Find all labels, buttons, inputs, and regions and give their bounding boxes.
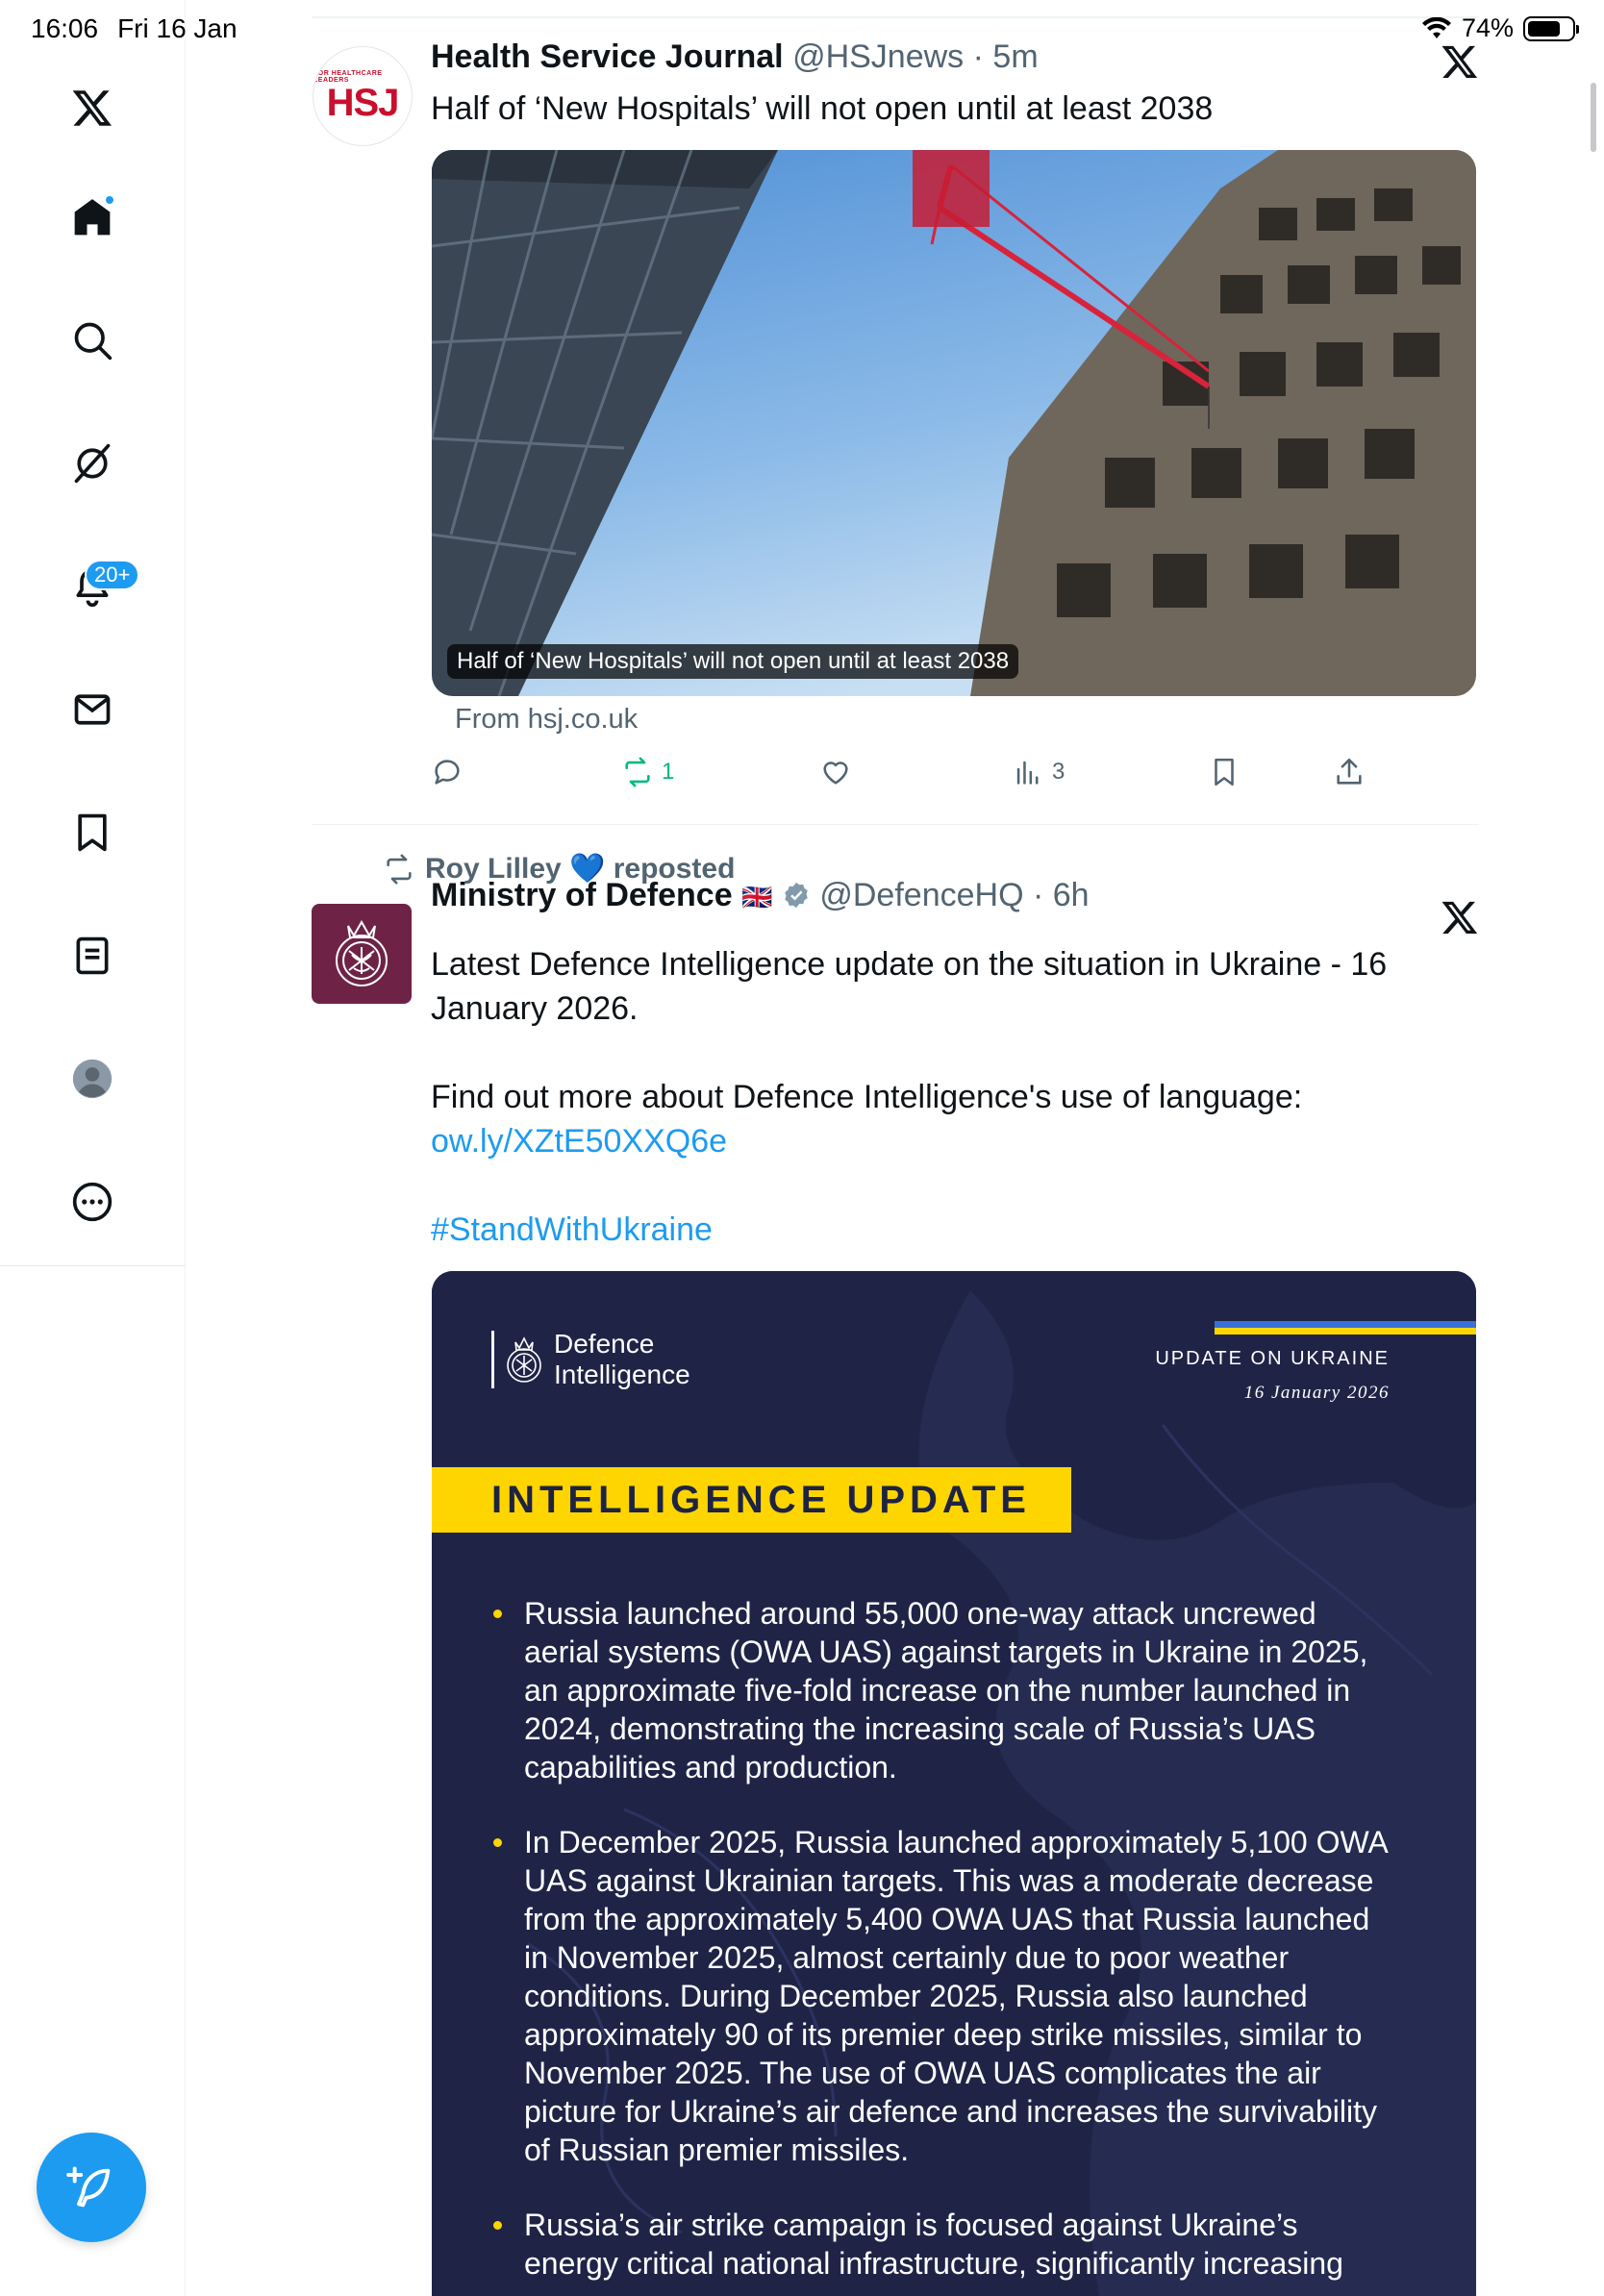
share-icon — [1337, 758, 1362, 785]
tweet-text-line1: Latest Defence Intelligence update on th… — [431, 946, 1388, 1027]
link-card-image[interactable]: Half of ‘New Hospitals’ will not open un… — [432, 150, 1476, 696]
tweet-link[interactable]: ow.ly/XZtE50XXQ6e — [431, 1123, 727, 1160]
logo-line-1: Defence — [554, 1329, 655, 1359]
sidebar-item-more[interactable] — [56, 1165, 129, 1238]
sidebar-item-messages[interactable] — [56, 673, 129, 746]
bullet-item: In December 2025, Russia launched approx… — [491, 1823, 1395, 2169]
sidebar-item-grok[interactable] — [56, 427, 129, 500]
uk-flag-icon: 🇬🇧 — [741, 883, 773, 911]
author-handle[interactable]: @DefenceHQ — [819, 877, 1023, 913]
construction-photo — [432, 150, 1476, 696]
hsj-avatar[interactable]: FOR HEALTHCARE LEADERS HSJ — [313, 46, 413, 146]
bullet-item: Russia’s air strike campaign is focused … — [491, 2206, 1395, 2283]
battery-icon — [1523, 15, 1579, 41]
repost-icon — [625, 757, 650, 787]
mod-crest-icon — [336, 919, 388, 986]
battery-percent: 74% — [1461, 13, 1514, 42]
like-button[interactable] — [819, 756, 852, 788]
bookmark-button[interactable] — [1208, 756, 1241, 788]
dot-separator: · — [1023, 877, 1053, 913]
hsj-avatar-logo: HSJ — [326, 82, 400, 124]
scroll-indicator[interactable] — [1591, 83, 1596, 152]
sidebar-item-explore[interactable] — [56, 304, 129, 377]
bookmark-icon — [1215, 758, 1234, 786]
update-date: 16 January 2026 — [1243, 1383, 1390, 1403]
sidebar-item-profile[interactable] — [56, 1042, 129, 1115]
crest-icon — [507, 1336, 541, 1383]
reply-icon — [435, 760, 460, 785]
tweet-text-prefix: Find out more about Defence Intelligence… — [431, 1079, 1303, 1115]
bullet-list: Russia launched around 55,000 one-way at… — [491, 1594, 1395, 2296]
mail-icon — [74, 694, 111, 725]
update-title: UPDATE ON UKRAINE — [1155, 1348, 1390, 1369]
sidebar-item-bookmarks[interactable] — [56, 796, 129, 869]
tweet-header: Ministry of Defence 🇬🇧 @DefenceHQ · 6h — [431, 877, 1090, 914]
home-unread-dot — [104, 194, 115, 206]
repost-icon — [387, 854, 412, 884]
list-icon — [76, 936, 109, 975]
defence-intelligence-logo: Defence Intelligence — [491, 1329, 690, 1390]
mod-avatar[interactable] — [312, 904, 412, 1004]
link-source[interactable]: From hsj.co.uk — [455, 704, 638, 736]
repost-count: 1 — [662, 759, 675, 785]
sidebar: 20+ — [0, 0, 186, 2296]
status-bar: 16:06 Fri 16 Jan 74% — [0, 0, 1604, 58]
status-indicators: 74% — [1421, 13, 1579, 43]
x-logo-icon — [72, 90, 112, 126]
share-button[interactable] — [1333, 756, 1366, 788]
infographic-image[interactable]: Defence Intelligence UPDATE ON UKRAINE 1… — [432, 1271, 1476, 2296]
x-logo-home-link[interactable] — [56, 71, 129, 144]
tweet-text: Half of ‘New Hospitals’ will not open un… — [431, 90, 1214, 127]
x-source-icon — [1441, 898, 1479, 936]
author-name[interactable]: Ministry of Defence — [431, 877, 733, 913]
hashtag-link[interactable]: #StandWithUkraine — [431, 1211, 713, 1248]
status-time: 16:06 — [31, 13, 99, 43]
image-caption: Half of ‘New Hospitals’ will not open un… — [447, 644, 1019, 679]
views-icon — [1016, 761, 1039, 785]
compose-post-button[interactable] — [37, 2133, 146, 2242]
logo-line-2: Intelligence — [554, 1360, 690, 1389]
sidebar-divider — [0, 1265, 186, 1266]
heart-icon — [823, 761, 848, 785]
status-time-date: 16:06 Fri 16 Jan — [31, 13, 257, 44]
intelligence-update-banner: INTELLIGENCE UPDATE — [432, 1467, 1071, 1533]
sidebar-item-notifications[interactable]: 20+ — [56, 550, 140, 623]
profile-icon — [72, 1059, 113, 1099]
bookmark-icon — [78, 813, 107, 852]
sidebar-item-home[interactable] — [56, 181, 129, 254]
wifi-icon — [1421, 16, 1451, 38]
feather-plus-icon — [66, 2166, 111, 2208]
views-button[interactable]: 3 — [1012, 756, 1065, 788]
search-icon — [74, 322, 113, 361]
views-count: 3 — [1052, 759, 1065, 785]
bullet-item: Russia launched around 55,000 one-way at… — [491, 1594, 1395, 1786]
grok-icon — [74, 443, 111, 484]
reply-button[interactable] — [431, 756, 464, 788]
sidebar-item-lists[interactable] — [56, 919, 129, 992]
notifications-badge: 20+ — [85, 560, 140, 590]
ukraine-flag-stripe — [1215, 1321, 1476, 1335]
tweet-hashtag-line: #StandWithUkraine — [431, 1208, 1431, 1252]
tweet-actions: 1 3 — [431, 750, 1475, 804]
banner-text: INTELLIGENCE UPDATE — [491, 1478, 1031, 1521]
status-date: Fri 16 Jan — [117, 13, 238, 43]
tweet-text-line2: Find out more about Defence Intelligence… — [431, 1075, 1402, 1163]
tweet-divider — [312, 824, 1479, 825]
verified-badge-icon — [785, 882, 808, 909]
post-time[interactable]: 6h — [1053, 877, 1090, 913]
repost-button[interactable]: 1 — [621, 756, 674, 788]
more-icon — [72, 1182, 113, 1222]
